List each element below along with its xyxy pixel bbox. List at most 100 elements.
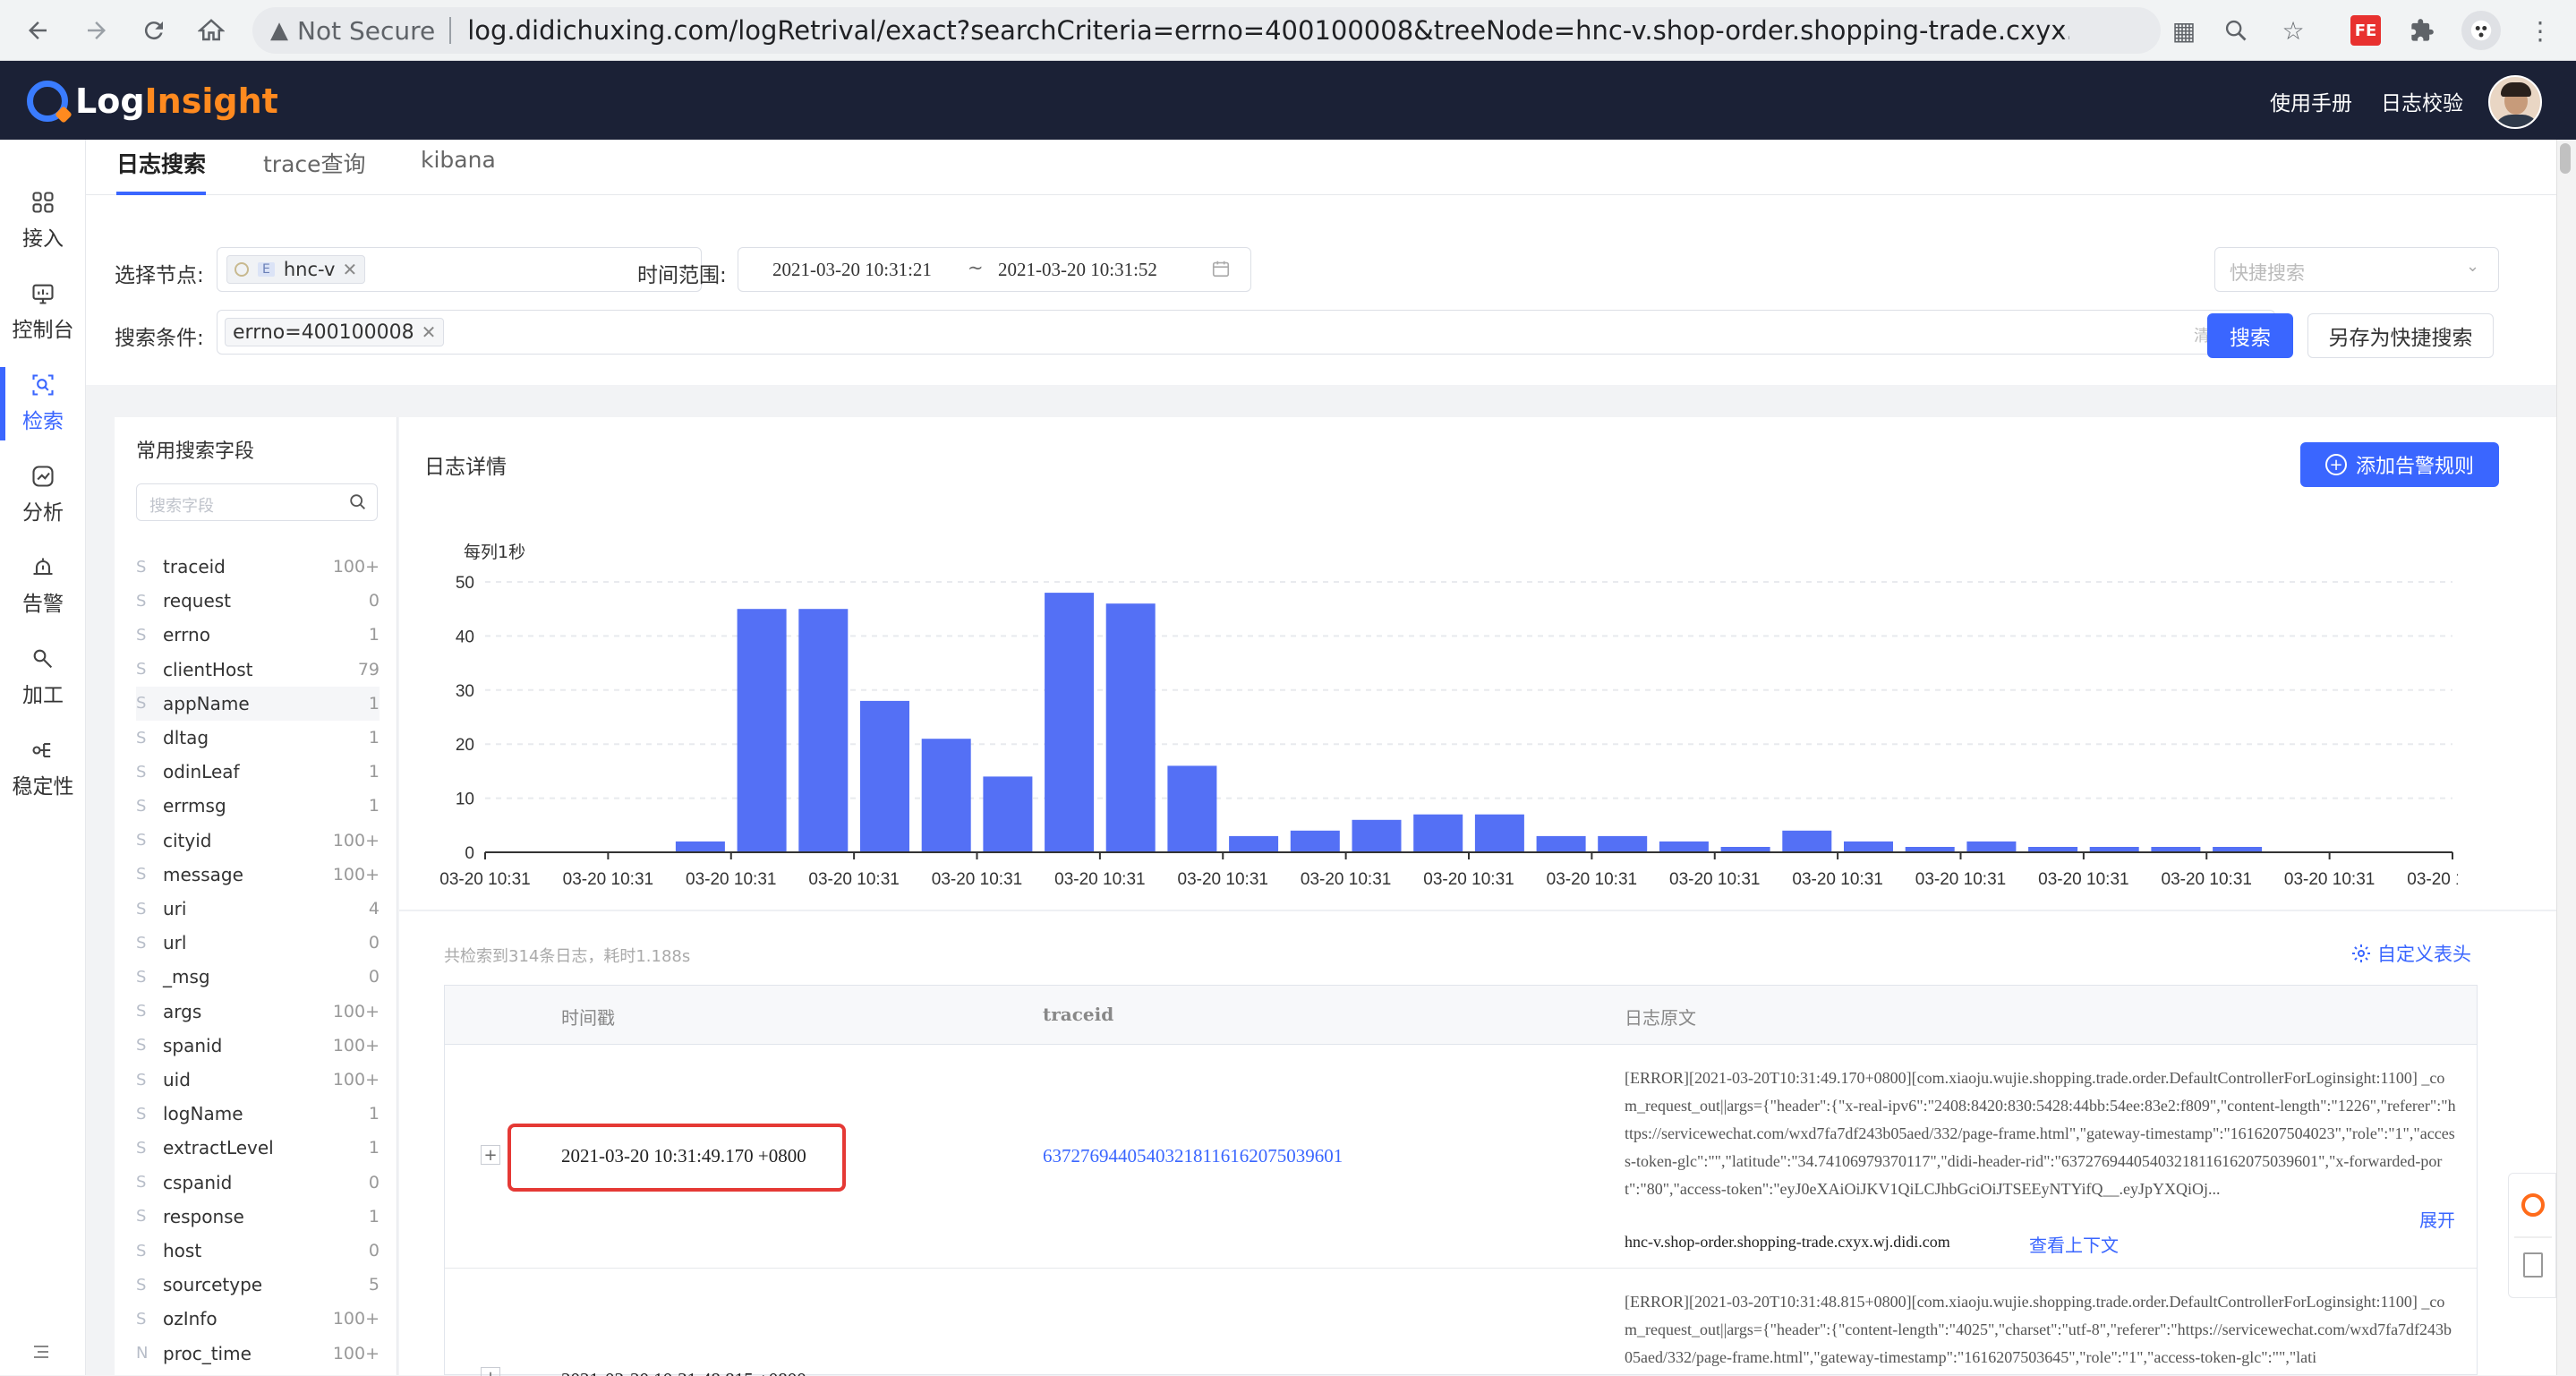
forward-icon[interactable] <box>75 9 118 52</box>
field-item-request[interactable]: Srequest 0 <box>136 584 380 618</box>
field-item-ozinfo[interactable]: SozInfo 100+ <box>136 1302 380 1336</box>
field-item-clienthost[interactable]: SclientHost 79 <box>136 653 380 687</box>
field-type-icon: S <box>136 1070 147 1090</box>
sidebar-item-process[interactable]: 加工 <box>0 634 86 720</box>
remove-node-icon[interactable]: ✕ <box>342 259 357 280</box>
table-row[interactable]: + 2021-03-20 10:31:48.815 +0800 [ERROR][… <box>445 1269 2477 1376</box>
histogram-bar[interactable] <box>1659 841 1709 852</box>
custom-header-link[interactable]: 自定义表头 <box>2350 940 2471 967</box>
remove-criteria-icon[interactable]: ✕ <box>422 321 437 343</box>
histogram-bar[interactable] <box>1413 814 1463 852</box>
chrome-menu-icon[interactable]: ⋮ <box>2522 13 2558 48</box>
tab-log-search[interactable]: 日志搜索 <box>116 147 207 195</box>
tab-trace-query[interactable]: trace查询 <box>263 147 366 195</box>
reload-icon[interactable] <box>132 9 175 52</box>
histogram-bar[interactable] <box>983 776 1033 852</box>
sidebar-item-search[interactable]: 检索 <box>0 360 86 446</box>
user-avatar[interactable] <box>2488 75 2542 129</box>
profile-icon[interactable] <box>2461 11 2501 50</box>
col-header-timestamp[interactable]: 时间戳 <box>561 1004 615 1030</box>
bookmark-star-icon[interactable]: ☆ <box>2275 13 2311 48</box>
qr-code-icon[interactable]: ▦ <box>2166 13 2202 48</box>
field-item-args[interactable]: Sargs 100+ <box>136 995 380 1029</box>
field-item-proctime[interactable]: Nproc_time 100+ <box>136 1337 380 1371</box>
histogram-bar[interactable] <box>860 700 909 852</box>
histogram-bar[interactable] <box>1352 819 1402 852</box>
sidebar-item-console[interactable]: 控制台 <box>0 269 86 355</box>
table-row[interactable]: + 2021-03-20 10:31:49.170 +0800 63727694… <box>445 1045 2477 1269</box>
field-item-uid[interactable]: Suid 100+ <box>136 1063 380 1097</box>
histogram-bar[interactable] <box>921 739 971 852</box>
sidebar-item-stability[interactable]: 稳定性 <box>0 725 86 811</box>
histogram-bar[interactable] <box>1598 835 1648 852</box>
field-item-url[interactable]: Surl 0 <box>136 926 380 960</box>
histogram-bar[interactable] <box>1290 830 1340 852</box>
field-item-odinleaf[interactable]: SodinLeaf 1 <box>136 755 380 789</box>
field-item-traceid[interactable]: Straceid 100+ <box>136 550 380 584</box>
histogram-bar[interactable] <box>675 841 725 852</box>
notes-icon[interactable] <box>2523 1252 2543 1278</box>
histogram-bar[interactable] <box>798 609 849 852</box>
extensions-puzzle-icon[interactable] <box>2404 13 2440 48</box>
user-manual-link[interactable]: 使用手册 <box>2270 86 2352 116</box>
sidebar-item-analysis[interactable]: 分析 <box>0 451 86 537</box>
field-item-appname[interactable]: SappName 1 <box>136 686 380 721</box>
field-item-msg[interactable]: S _msg 0 <box>136 960 380 994</box>
tab-kibana[interactable]: kibana <box>421 147 496 195</box>
histogram-bar[interactable] <box>1966 841 2017 852</box>
col-header-traceid[interactable]: traceid <box>1043 1004 1113 1025</box>
row-traceid-link[interactable]: 63727694405403218116162075039601 <box>1043 1145 1343 1167</box>
add-alert-rule-button[interactable]: + 添加告警规则 <box>2300 442 2499 487</box>
histogram-bar[interactable] <box>1105 603 1156 852</box>
histogram-bar[interactable] <box>1844 841 1893 852</box>
field-item-cspanid[interactable]: Scspanid 0 <box>136 1166 380 1200</box>
histogram-bar[interactable] <box>1474 814 1524 852</box>
field-item-logname[interactable]: SlogName 1 <box>136 1097 380 1131</box>
search-button[interactable]: 搜索 <box>2207 313 2293 358</box>
field-item-message[interactable]: Smessage 100+ <box>136 858 380 892</box>
histogram-bar[interactable] <box>737 609 787 852</box>
feedback-icon[interactable] <box>2521 1193 2545 1217</box>
field-item-response[interactable]: Sresponse 1 <box>136 1200 380 1234</box>
sidebar-item-access[interactable]: 接入 <box>0 177 86 263</box>
histogram-bar[interactable] <box>1229 835 1279 852</box>
time-range-picker[interactable]: 2021-03-20 10:31:21 ~ 2021-03-20 10:31:5… <box>738 247 1251 292</box>
field-search-input[interactable]: 搜索字段 <box>136 483 378 521</box>
field-item-dltag[interactable]: Sdltag 1 <box>136 721 380 755</box>
field-item-host[interactable]: Shost 0 <box>136 1234 380 1268</box>
field-item-spanid[interactable]: Sspanid 100+ <box>136 1029 380 1063</box>
view-context-link[interactable]: 查看上下文 <box>2029 1231 2119 1257</box>
criteria-input[interactable]: errno=400100008 ✕ 清空条件 <box>217 310 2275 355</box>
log-check-link[interactable]: 日志校验 <box>2381 86 2463 116</box>
field-item-cityid[interactable]: Scityid 100+ <box>136 824 380 858</box>
loginsight-logo[interactable]: Log Insight <box>27 79 278 124</box>
expand-row-icon[interactable]: + <box>481 1145 500 1165</box>
result-summary: 共检索到314条日志，耗时1.188s <box>444 947 691 966</box>
back-icon[interactable] <box>16 9 59 52</box>
address-bar[interactable]: ▲ Not Secure log.didichuxing.com/logRetr… <box>252 7 2161 54</box>
page-scrollbar[interactable] <box>2556 140 2576 1375</box>
save-quick-search-button[interactable]: 另存为快捷搜索 <box>2307 313 2494 358</box>
histogram-bar[interactable] <box>1045 593 1095 852</box>
field-item-uri[interactable]: Suri 4 <box>136 892 380 926</box>
field-item-errno[interactable]: Serrno 1 <box>136 618 380 652</box>
node-select[interactable]: E hnc-v ✕ <box>217 247 702 292</box>
scrollbar-thumb[interactable] <box>2560 143 2571 174</box>
fe-extension-icon[interactable]: FE <box>2350 15 2381 46</box>
field-item-sourcetype[interactable]: Ssourcetype 5 <box>136 1268 380 1302</box>
home-icon[interactable] <box>190 9 233 52</box>
field-item-errmsg[interactable]: Serrmsg 1 <box>136 789 380 823</box>
node-tag[interactable]: E hnc-v ✕ <box>226 255 366 284</box>
sidebar-item-alarm[interactable]: 告警 <box>0 543 86 628</box>
criteria-tag[interactable]: errno=400100008 ✕ <box>225 318 445 346</box>
histogram-bar[interactable] <box>1536 835 1586 852</box>
sidebar-collapse-icon[interactable] <box>30 1341 52 1366</box>
zoom-icon[interactable] <box>2218 13 2254 48</box>
histogram-bar[interactable] <box>1167 765 1217 852</box>
quick-search-select[interactable]: 快捷搜索 ⌄ <box>2214 247 2499 292</box>
field-item-extractlevel[interactable]: SextractLevel 1 <box>136 1131 380 1165</box>
expand-link[interactable]: 展开 <box>2419 1206 2455 1232</box>
col-header-raw-log[interactable]: 日志原文 <box>1625 1004 1696 1030</box>
histogram-bar[interactable] <box>1782 830 1832 852</box>
field-count: 0 <box>368 933 380 953</box>
